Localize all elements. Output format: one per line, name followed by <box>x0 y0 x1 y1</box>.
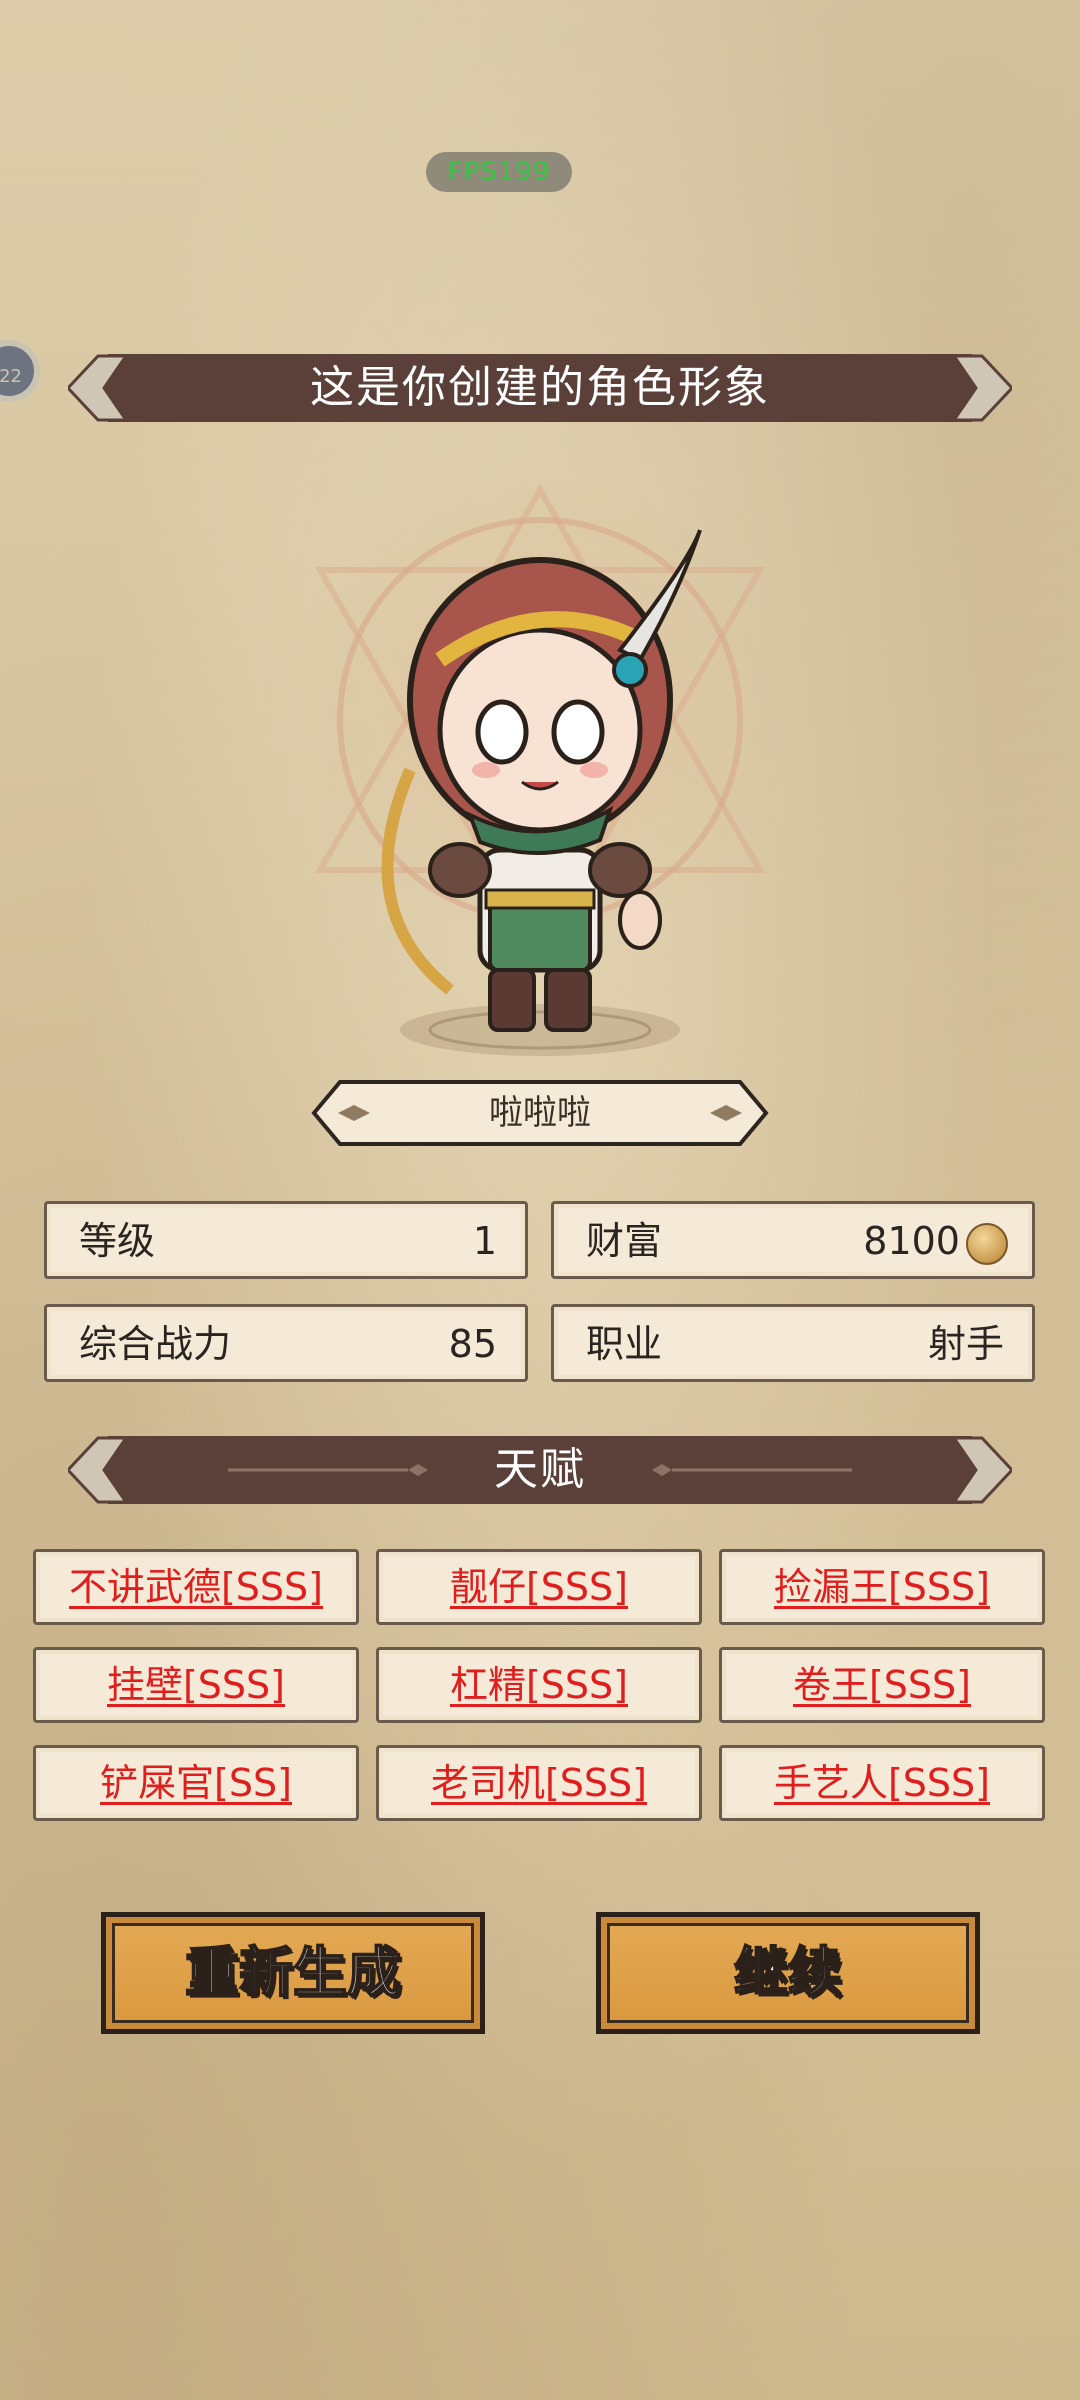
talent-item[interactable]: 杠精[SSS] <box>376 1647 702 1723</box>
title-banner: 这是你创建的角色形象 <box>68 350 1012 426</box>
page-title: 这是你创建的角色形象 <box>310 362 770 413</box>
stat-job: 职业 射手 <box>551 1304 1035 1382</box>
stat-job-label: 职业 <box>586 1322 663 1366</box>
stat-level-label: 等级 <box>79 1219 156 1263</box>
talent-item[interactable]: 挂壁[SSS] <box>33 1647 359 1723</box>
character-name: 啦啦啦 <box>489 1093 591 1133</box>
talent-item[interactable]: 铲屎官[SS] <box>33 1745 359 1821</box>
talent-banner: 天赋 <box>68 1432 1012 1508</box>
talent-item[interactable]: 老司机[SSS] <box>376 1745 702 1821</box>
stat-level-value: 1 <box>472 1219 497 1263</box>
stat-power-value: 85 <box>448 1322 497 1366</box>
stat-power: 综合战力 85 <box>44 1304 528 1382</box>
fps-counter: FPS199 <box>426 152 572 192</box>
talent-item[interactable]: 不讲武德[SSS] <box>33 1549 359 1625</box>
character-name-plate: 啦啦啦 <box>310 1078 770 1148</box>
stat-wealth-label: 财富 <box>586 1219 663 1263</box>
gold-coin-icon <box>966 1223 1008 1265</box>
stat-power-label: 综合战力 <box>79 1322 232 1366</box>
talent-item[interactable]: 捡漏王[SSS] <box>719 1549 1045 1625</box>
character-portrait <box>260 470 820 1070</box>
stat-wealth: 财富 8100 <box>551 1201 1035 1279</box>
regenerate-button[interactable]: 重新生成 <box>101 1912 485 2034</box>
talent-item[interactable]: 卷王[SSS] <box>719 1647 1045 1723</box>
continue-button[interactable]: 继续 <box>596 1912 980 2034</box>
stat-wealth-value: 8100 <box>863 1219 960 1263</box>
stat-job-value: 射手 <box>927 1322 1004 1366</box>
talent-item[interactable]: 手艺人[SSS] <box>719 1745 1045 1821</box>
stat-level: 等级 1 <box>44 1201 528 1279</box>
talent-item[interactable]: 靓仔[SSS] <box>376 1549 702 1625</box>
talent-section-title: 天赋 <box>494 1444 586 1495</box>
